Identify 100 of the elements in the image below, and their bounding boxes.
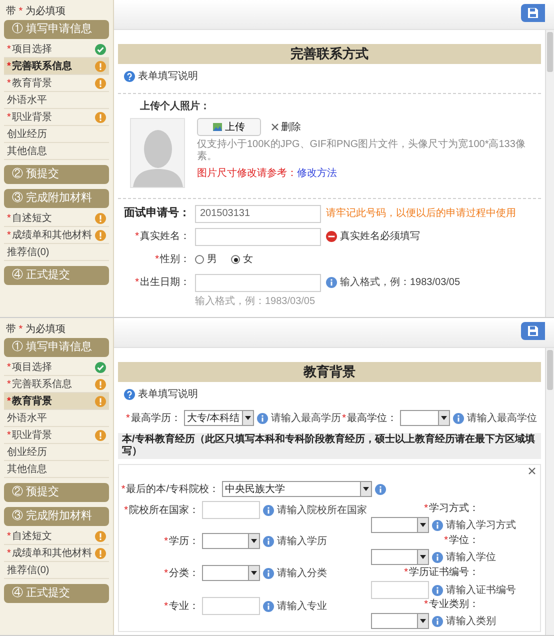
hint-text: 请输入最高学历: [270, 412, 341, 426]
info-icon: [263, 504, 274, 516]
caret-icon: [417, 614, 428, 628]
warning-icon: [95, 78, 106, 88]
hint-text: 输入格式，例：1983/03/05: [340, 276, 460, 290]
help-link[interactable]: 表单填写说明: [138, 69, 198, 84]
select-field[interactable]: [371, 549, 429, 565]
field-label: *最高学历：: [126, 412, 181, 426]
help-icon: [124, 389, 135, 400]
resize-note: 图片尺寸修改请参考：: [197, 166, 297, 181]
nav-item[interactable]: *项目选择: [4, 359, 109, 376]
help-link[interactable]: 表单填写说明: [138, 387, 198, 402]
info-icon: [432, 584, 443, 596]
nav-item[interactable]: *职业背景: [4, 109, 109, 126]
select-field[interactable]: [202, 565, 260, 581]
info-icon: [432, 552, 443, 562]
select-field[interactable]: [371, 517, 429, 533]
check-circle-icon: [95, 362, 106, 372]
check-circle-icon: [95, 44, 106, 54]
field-label: *学历证书编号：: [404, 566, 479, 580]
help-icon: [124, 71, 135, 82]
input-field[interactable]: [195, 274, 321, 292]
warning-icon: [95, 530, 106, 542]
select-field[interactable]: [202, 533, 260, 549]
info-icon: [263, 600, 274, 612]
scrollbar[interactable]: [545, 30, 554, 317]
input-field[interactable]: [371, 581, 429, 599]
warning-icon: [95, 112, 106, 122]
warning-icon: [95, 378, 106, 390]
field-label: *分类：: [163, 566, 199, 580]
caret-icon: [248, 566, 259, 580]
select-field[interactable]: [400, 410, 450, 426]
hint-text: 请输入学位: [446, 550, 496, 564]
nav-item[interactable]: *成绩单和其他材料: [4, 545, 109, 562]
warning-icon: [95, 430, 106, 440]
close-icon[interactable]: [528, 467, 536, 475]
select-field[interactable]: [371, 613, 429, 629]
nav-item[interactable]: *教育背景: [4, 393, 109, 410]
select-field[interactable]: 中央民族大学: [222, 481, 372, 497]
field-label: *专业：: [163, 600, 199, 614]
photo-requirements: 仅支持小于100K的JPG、GIF和PNG图片文件，头像尺寸为宽100*高133像素。: [197, 139, 526, 163]
warning-icon: [95, 396, 106, 406]
nav-item[interactable]: *自述短文: [4, 528, 109, 545]
field-label: *学位：: [444, 534, 479, 548]
nav-item[interactable]: 推荐信(0): [4, 562, 109, 579]
save-button[interactable]: [521, 4, 545, 22]
nav-item[interactable]: 推荐信(0): [4, 244, 109, 261]
caret-icon: [248, 534, 259, 548]
input-field[interactable]: [202, 501, 260, 519]
error-text: 真实姓名必须填写: [340, 230, 420, 244]
error-icon: [326, 231, 337, 242]
nav-item[interactable]: 外语水平: [4, 92, 109, 109]
caret-icon: [417, 518, 428, 532]
field-label: *性别：: [154, 252, 190, 267]
nav-item[interactable]: *成绩单和其他材料: [4, 227, 109, 244]
warning-icon: [95, 212, 106, 224]
hint-text: 请输入分类: [277, 566, 327, 580]
format-hint: 输入格式，例：1983/03/05: [194, 294, 316, 309]
image-icon: [213, 123, 222, 131]
field-label: *专业类别：: [424, 598, 479, 612]
field-label: *学习方式：: [424, 502, 479, 516]
input-field[interactable]: [195, 228, 321, 246]
nav-item[interactable]: 其他信息: [4, 461, 109, 478]
input-field[interactable]: 201503131: [195, 204, 321, 222]
nav-item[interactable]: *职业背景: [4, 427, 109, 444]
nav-item[interactable]: 外语水平: [4, 410, 109, 427]
nav-item[interactable]: 创业经历: [4, 126, 109, 143]
delete-button[interactable]: 删除: [271, 120, 301, 134]
required-legend: 带 * 为必填项: [0, 0, 113, 20]
required-legend: 带 * 为必填项: [0, 318, 113, 338]
info-icon: [326, 277, 337, 288]
section-title: 教育背景: [118, 362, 541, 382]
photo-label: 上传个人照片：: [139, 100, 211, 114]
nav-item[interactable]: *教育背景: [4, 75, 109, 92]
info-icon: [432, 616, 443, 626]
nav-item[interactable]: *自述短文: [4, 210, 109, 227]
scrollbar[interactable]: [545, 348, 554, 635]
warning-icon: [95, 60, 106, 72]
info-icon: [453, 412, 464, 424]
radio-button[interactable]: [195, 255, 204, 264]
hint-text: 请输入院校所在国家: [277, 504, 367, 518]
field-label: *最高学位：: [342, 412, 397, 426]
radio-button[interactable]: [231, 255, 240, 264]
input-field[interactable]: [202, 597, 260, 615]
nav-item[interactable]: 其他信息: [4, 143, 109, 160]
nav-item[interactable]: 创业经历: [4, 444, 109, 461]
nav-item[interactable]: *完善联系信息: [4, 58, 109, 75]
select-field[interactable]: 大专/本科结: [184, 410, 254, 426]
info-icon: [432, 520, 443, 530]
warning-icon: [95, 548, 106, 558]
avatar-silhouette: [130, 118, 185, 188]
section-title: 完善联系方式: [118, 44, 541, 64]
resize-link[interactable]: 修改方法: [297, 166, 337, 181]
field-label: *院校所在国家：: [123, 504, 199, 518]
save-button[interactable]: [521, 322, 545, 340]
field-label: *真实姓名：: [134, 230, 190, 244]
field-label: 面试申请号：: [123, 206, 190, 222]
field-label: *出生日期：: [134, 276, 190, 290]
upload-button[interactable]: 上传: [197, 118, 261, 136]
hint-text: 请输入学习方式: [446, 518, 516, 532]
